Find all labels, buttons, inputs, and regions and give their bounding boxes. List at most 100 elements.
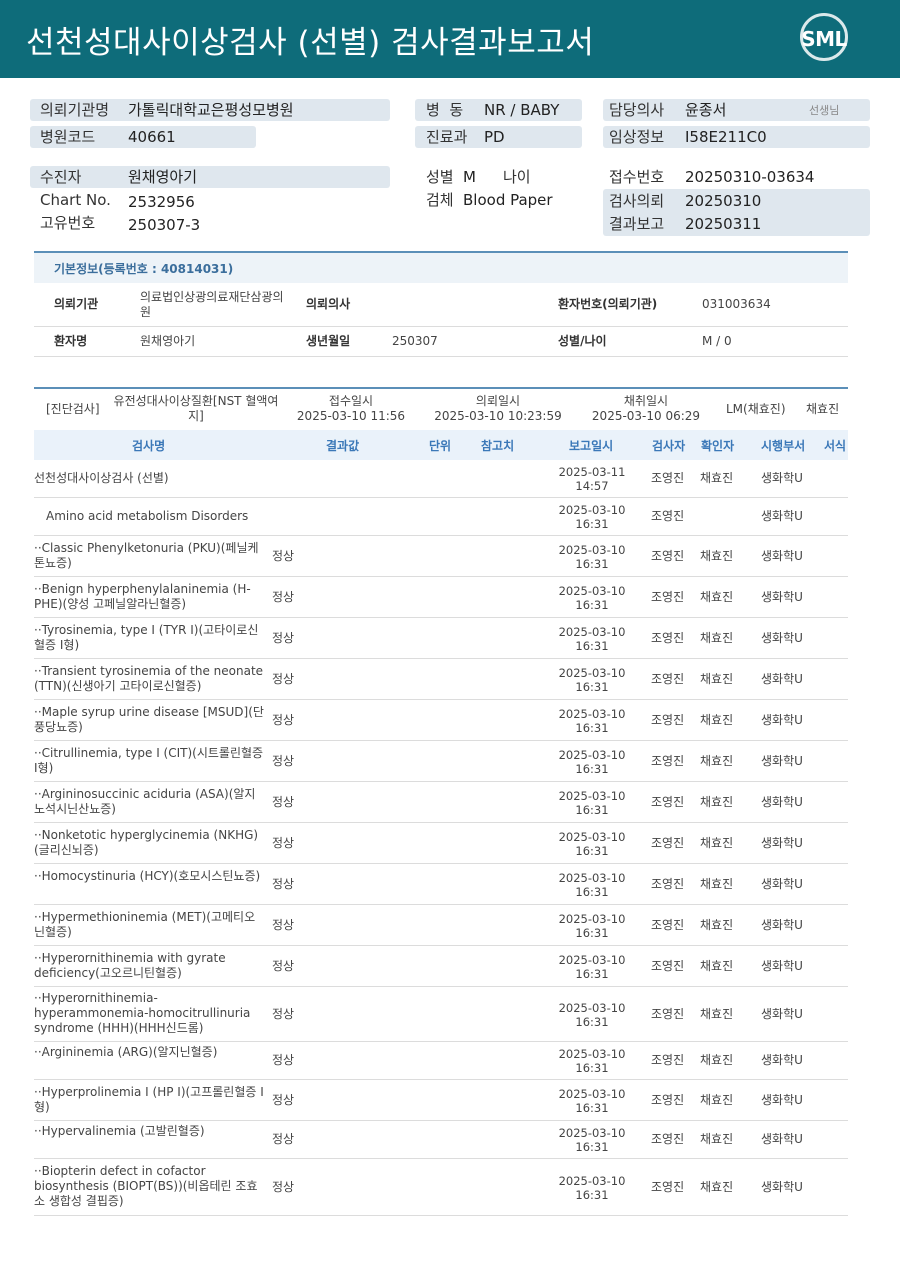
report-time: 16:31 [575, 721, 609, 735]
examiner: 조영진 [651, 1007, 685, 1021]
result-value: 정상 [272, 713, 295, 727]
receipt-label: 접수번호 [609, 168, 665, 186]
th-confirmer: 확인자 [701, 439, 735, 453]
confirmer: 채효진 [700, 1007, 734, 1021]
order-collect-value: 2025-03-10 06:29 [591, 409, 701, 423]
th-unit: 단위 [429, 439, 452, 453]
chart-value: 2532956 [128, 193, 195, 211]
ward-label: 병 동 [426, 101, 464, 119]
examiner: 조영진 [651, 1053, 685, 1067]
confirmer: 채효진 [700, 836, 734, 850]
result-value: 정상 [272, 1132, 295, 1146]
test-name: ··Argininosuccinic aciduria (ASA)(알지노석시닌… [34, 787, 256, 816]
result-value: 정상 [272, 672, 295, 686]
department: 생화학U [761, 1180, 803, 1194]
basic-inst-label: 의뢰기관 [54, 297, 99, 311]
result-value: 정상 [272, 1007, 295, 1021]
report-date: 2025-03-10 [558, 1047, 626, 1061]
report-time: 16:31 [575, 803, 609, 817]
basic-name-value: 원채영아기 [140, 334, 196, 348]
test-name: ··Hyperornithinemia with gyrate deficien… [34, 951, 226, 980]
report-time: 14:57 [575, 479, 609, 493]
department: 생화학U [761, 713, 803, 727]
basic-sexage-label: 성별/나이 [558, 334, 607, 348]
basic-section-title: 기본정보(등록번호 : 40814031) [54, 262, 234, 276]
report-time: 16:31 [575, 762, 609, 776]
department: 생화학U [761, 959, 803, 973]
result-value: 정상 [272, 836, 295, 850]
dept-label: 진료과 [426, 128, 468, 146]
examiner: 조영진 [651, 918, 685, 932]
result-value: 정상 [272, 959, 295, 973]
basic-doctor-label: 의뢰의사 [306, 297, 351, 311]
report-date: 2025-03-10 [558, 584, 626, 598]
result-value: 정상 [272, 1093, 295, 1107]
table-row: ··Argininemia (ARG)(알지닌혈증) 정상 2025-03-10 16… [34, 1042, 848, 1080]
table-row: ··Biopterin defect in cofactor biosynthe… [34, 1159, 848, 1216]
clinical-label: 임상정보 [609, 128, 665, 146]
table-row: ··Hypervalinemia (고발린혈증) 정상 2025-03-10 16:3… [34, 1121, 848, 1159]
institution-value: 가톨릭대학교은평성모병원 [128, 101, 294, 119]
result-value: 정상 [272, 754, 295, 768]
report-time: 16:31 [575, 598, 609, 612]
report-time: 16:31 [575, 517, 609, 531]
basic-name-label: 환자명 [54, 334, 88, 348]
test-name: ··Hypervalinemia (고발린혈증) [34, 1124, 205, 1138]
table-row: ··Homocystinuria (HCY)(호모시스틴뇨증) 정상 2025-03… [34, 864, 848, 905]
department: 생화학U [761, 509, 803, 523]
department: 생화학U [761, 918, 803, 932]
result-value: 정상 [272, 1180, 295, 1194]
report-date: 2025-03-10 [558, 503, 626, 517]
examiner: 조영진 [651, 549, 685, 563]
order-collect-label: 채취일시 [623, 394, 669, 408]
result-value: 정상 [272, 549, 295, 563]
confirmer: 채효진 [700, 1053, 734, 1067]
test-name: ··Nonketotic hyperglycinemia (NKHG)(글리신뇌… [34, 828, 259, 857]
result-value: 정상 [272, 795, 295, 809]
report-time: 16:31 [575, 557, 609, 571]
order-section-rule [34, 387, 848, 389]
report-date: 2025-03-10 [558, 1126, 626, 1140]
examiner: 조영진 [651, 631, 685, 645]
confirmer: 채효진 [700, 1093, 734, 1107]
basic-inst-value: 의료법인상광의료재단삼광의원 [140, 290, 284, 319]
test-name: ··Argininemia (ARG)(알지닌혈증) [34, 1045, 218, 1059]
basic-section-header: 기본정보(등록번호 : 40814031) [34, 253, 848, 283]
chart-label: Chart No. [40, 191, 111, 209]
table-row: ··Argininosuccinic aciduria (ASA)(알지노석시닌… [34, 782, 848, 823]
ward-value: NR / BABY [484, 101, 560, 119]
confirmer: 채효진 [700, 1132, 734, 1146]
department: 생화학U [761, 1093, 803, 1107]
clinical-value: I58E211C0 [685, 128, 767, 146]
department: 생화학U [761, 631, 803, 645]
table-row: ··Hyperornithinemia with gyrate deficien… [34, 946, 848, 987]
order-person: 채효진 [806, 402, 840, 416]
test-name: ··Benign hyperphenylalaninemia (H-PHE)(양… [34, 582, 251, 611]
report-date: 2025-03-10 [558, 625, 626, 639]
table-row: ··Classic Phenylketonuria (PKU)(페닐케톤뇨증) 정… [34, 536, 848, 577]
unique-value: 250307-3 [128, 216, 201, 234]
test-name: ··Tyrosinemia, type I (TYR I)(고타이로신혈증 I형… [34, 623, 259, 652]
report-value: 20250311 [685, 215, 762, 233]
doctor-suffix: 선생님 [809, 104, 840, 117]
report-label: 결과보고 [609, 215, 665, 233]
test-name: ··Citrullinemia, type I (CIT)(시트롤린혈증 I형) [34, 746, 264, 775]
examiner: 조영진 [651, 1093, 685, 1107]
department: 생화학U [761, 471, 803, 485]
table-row: ··Nonketotic hyperglycinemia (NKHG)(글리신뇌… [34, 823, 848, 864]
table-row: 선천성대사이상검사 (선별) 2025-03-11 14:57 조영진 채효진 생화학U [34, 460, 848, 498]
report-date: 2025-03-11 [558, 465, 626, 479]
department: 생화학U [761, 549, 803, 563]
report-date: 2025-03-10 [558, 1001, 626, 1015]
request-label: 검사의뢰 [609, 192, 665, 210]
report-time: 16:31 [575, 926, 609, 940]
examiner: 조영진 [651, 1132, 685, 1146]
result-value: 정상 [272, 1053, 295, 1067]
result-value: 정상 [272, 918, 295, 932]
order-test: 유전성대사이상질환[NST 혈액여지] [113, 394, 279, 423]
order-receipt-label: 접수일시 [328, 394, 374, 408]
th-examiner: 검사자 [652, 439, 686, 453]
test-name: ··Classic Phenylketonuria (PKU)(페닐케톤뇨증) [34, 541, 259, 570]
test-name: ··Maple syrup urine disease [MSUD](단풍당뇨증… [34, 705, 264, 734]
patient-value: 원채영아기 [128, 168, 198, 186]
